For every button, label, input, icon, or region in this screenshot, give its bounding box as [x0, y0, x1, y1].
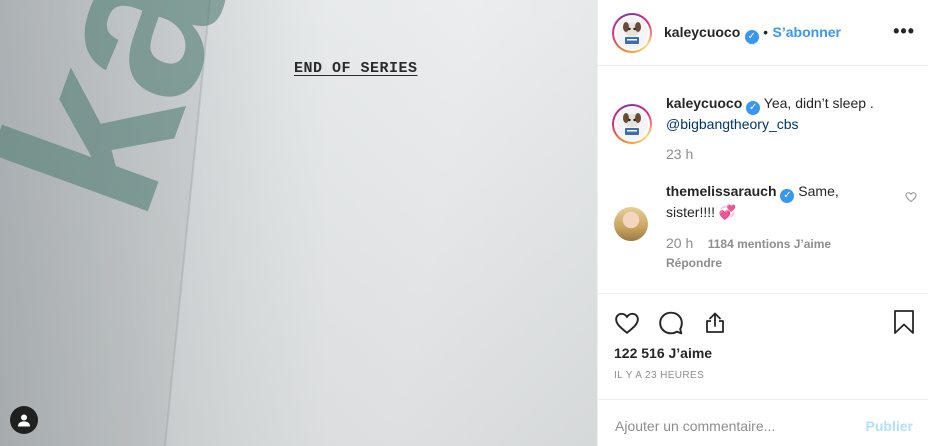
verified-badge-icon: ✓ [744, 29, 759, 44]
post-actions: 122 516 J’aime IL Y A 23 HEURES Ajouter … [598, 293, 928, 446]
header-user-line: kaleycuoco ✓ • S’abonner [664, 24, 841, 44]
post-side-panel: kaleycuoco ✓ • S’abonner ••• kaleycuoco … [597, 0, 928, 446]
share-icon [706, 312, 724, 333]
heart-outline-icon [905, 192, 917, 203]
verified-badge-icon: ✓ [746, 101, 761, 115]
user-icon [18, 414, 30, 427]
comment-like-button[interactable] [903, 189, 919, 205]
more-options-button[interactable]: ••• [893, 22, 915, 40]
comment-time[interactable]: 20 h [666, 235, 693, 251]
author-avatar[interactable] [612, 13, 652, 53]
header-username[interactable]: kaleycuoco [664, 24, 740, 40]
share-button[interactable] [700, 308, 730, 338]
tagged-user-button[interactable] [10, 406, 38, 434]
comment-username[interactable]: themelissarauch [666, 183, 777, 199]
caption-username[interactable]: kaleycuoco [666, 95, 742, 111]
comment-input[interactable]: Ajouter un commentaire... [615, 418, 775, 434]
caption-time[interactable]: 23 h [666, 146, 906, 162]
more-icon: ••• [893, 21, 915, 41]
like-button[interactable] [612, 308, 642, 338]
commenter-avatar[interactable] [614, 207, 648, 241]
caption-text: Yea, didn’t sleep . [763, 95, 874, 111]
two-hearts-emoji-icon: 💞 [718, 204, 737, 220]
dog-avatar-icon [623, 113, 641, 135]
caption-mention-link[interactable]: @bigbangtheory_cbs [666, 116, 799, 132]
comment-meta: 20 h 1184 mentions J’aime [666, 235, 898, 253]
caption-avatar[interactable] [612, 104, 652, 144]
comment-text-line2: sister!!!! [666, 204, 716, 220]
comment-button[interactable] [656, 308, 686, 338]
dog-avatar-icon [623, 22, 641, 44]
add-comment-bar: Ajouter un commentaire... Publier [598, 399, 928, 446]
bookmark-icon [894, 310, 914, 334]
follow-button[interactable]: S’abonner [773, 24, 841, 40]
heart-icon [615, 312, 639, 334]
post-header: kaleycuoco ✓ • S’abonner ••• [598, 0, 928, 66]
comment-text-line1: Same, [798, 183, 839, 199]
save-button[interactable] [889, 307, 919, 337]
script-title: END OF SERIES [294, 60, 418, 77]
reply-button[interactable]: Répondre [666, 256, 898, 270]
publish-button[interactable]: Publier [866, 418, 913, 434]
post-photo[interactable]: kaley C END OF SERIES [0, 0, 597, 446]
comment: themelissarauch ✓ Same, sister!!!! 💞 20 … [666, 182, 898, 270]
header-separator: • [763, 24, 769, 40]
caption: kaleycuoco ✓ Yea, didn’t sleep . @bigban… [666, 94, 906, 162]
likes-count[interactable]: 122 516 J’aime [614, 345, 712, 361]
comment-likes[interactable]: 1184 mentions J’aime [708, 237, 831, 251]
post-timestamp[interactable]: IL Y A 23 HEURES [614, 370, 704, 381]
verified-badge-icon: ✓ [780, 189, 795, 203]
speech-bubble-icon [659, 311, 683, 335]
